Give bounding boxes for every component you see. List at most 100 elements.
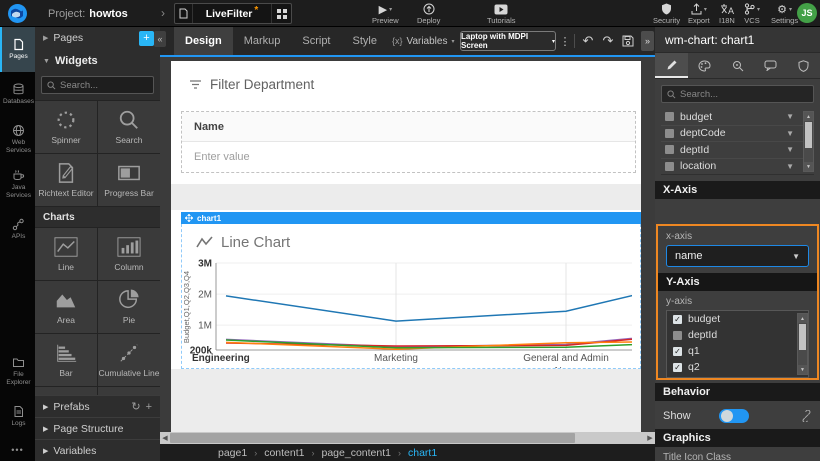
tutorials-button[interactable]: Tutorials — [487, 3, 515, 25]
filter-name-input[interactable] — [194, 151, 394, 163]
chevron-down-icon[interactable]: ▼ — [786, 162, 794, 171]
y-axis-section-header[interactable]: Y-Axis — [658, 273, 817, 291]
page-canvas[interactable]: Filter Department Name chart1 Line Chart — [171, 61, 641, 432]
export-button[interactable]: ▾ Export — [688, 3, 710, 25]
checkbox-icon[interactable]: ✓ — [673, 363, 682, 372]
widget-tile-bar[interactable]: Bar — [35, 334, 97, 386]
tab-style[interactable]: Style — [342, 27, 388, 55]
device-selector[interactable]: Laptop with MDPI Screen ▾ — [460, 31, 556, 51]
tab-markup[interactable]: Markup — [233, 27, 292, 55]
scroll-down-icon[interactable]: ▼ — [798, 365, 807, 374]
breadcrumb-page1[interactable]: page1 — [218, 447, 247, 459]
checkbox-icon[interactable]: ✓ — [673, 315, 682, 324]
sidebar-item-databases[interactable]: Databases — [0, 72, 35, 117]
sidebar-item-apis[interactable]: APIs — [0, 207, 35, 252]
widget-tile-column[interactable]: Column — [98, 228, 160, 280]
widgets-section-row[interactable]: ▼ Widgets — [35, 49, 160, 73]
refresh-icon[interactable]: ↻ — [131, 400, 140, 413]
scroll-down-icon[interactable]: ▼ — [804, 162, 813, 171]
widget-tile-area[interactable]: Area — [35, 281, 97, 333]
page-structure-section-row[interactable]: ▶ Page Structure — [35, 417, 160, 439]
wavemaker-logo-icon[interactable] — [8, 4, 27, 23]
widget-search-input[interactable] — [60, 80, 148, 91]
chart-widget-selected[interactable]: chart1 Line Chart 3M2M1M200kEngineeringM… — [181, 212, 641, 369]
sidebar-item-web-services[interactable]: Web Services — [0, 117, 35, 162]
save-icon[interactable] — [620, 27, 636, 55]
properties-search-box[interactable] — [661, 85, 814, 103]
chevron-down-icon[interactable]: ▼ — [786, 112, 794, 121]
chevron-down-icon[interactable]: ▼ — [786, 129, 794, 138]
widget-tile-progress-bar[interactable]: Progress Bar — [98, 154, 160, 206]
settings-button[interactable]: ⚙▾ Settings — [771, 3, 798, 25]
preview-button[interactable]: ▶▾ Preview — [372, 3, 399, 25]
horizontal-scrollbar[interactable]: ◀ ▶ — [160, 432, 655, 444]
widget-tile-richtext-editor[interactable]: Richtext Editor — [35, 154, 97, 206]
y-axis-list-scrollbar[interactable]: ▲ ▼ — [797, 313, 808, 375]
tab-events[interactable] — [754, 53, 787, 78]
collapse-right-panel-button[interactable]: » — [641, 31, 654, 51]
sidebar-item-pages[interactable]: Pages — [0, 27, 35, 72]
checkbox-icon[interactable] — [665, 129, 674, 138]
scroll-up-icon[interactable]: ▲ — [804, 112, 813, 121]
undo-icon[interactable]: ↶ — [580, 27, 596, 55]
variables-button[interactable]: {x} Variables ▾ — [392, 27, 454, 55]
collapse-left-panel-button[interactable]: « — [154, 31, 166, 47]
column-list-scrollbar[interactable]: ▲ ▼ — [803, 111, 814, 172]
scroll-right-icon[interactable]: ▶ — [645, 434, 655, 442]
variables-section-row[interactable]: ▶ Variables — [35, 439, 160, 461]
user-avatar[interactable]: JS — [797, 3, 817, 23]
properties-search-input[interactable] — [680, 89, 808, 100]
livefilter-widget[interactable]: Name — [181, 111, 636, 173]
checkbox-icon[interactable] — [665, 112, 674, 121]
rail-more-button[interactable]: ••• — [0, 439, 35, 461]
widget-tile-cumulative-line[interactable]: Cumulative Line — [98, 334, 160, 386]
tab-search-props[interactable] — [721, 53, 754, 78]
widget-tile-line[interactable]: Line — [35, 228, 97, 280]
y-option-q1[interactable]: ✓ q1 — [667, 343, 808, 359]
deploy-button[interactable]: Deploy — [417, 3, 440, 25]
security-button[interactable]: Security — [653, 3, 680, 25]
behavior-section-header[interactable]: Behavior — [655, 383, 820, 401]
show-toggle[interactable] — [719, 409, 749, 423]
scroll-left-icon[interactable]: ◀ — [160, 434, 170, 442]
y-option-q2[interactable]: ✓ q2 — [667, 359, 808, 375]
widget-search-box[interactable] — [41, 76, 154, 94]
breadcrumb-chart1[interactable]: chart1 — [408, 447, 437, 459]
add-page-button[interactable]: + — [139, 31, 154, 46]
sidebar-item-logs[interactable]: Logs — [0, 394, 35, 439]
sidebar-item-java-services[interactable]: Java Services — [0, 162, 35, 207]
page-tab-livefilter[interactable]: LiveFilter* — [174, 3, 292, 24]
tab-properties[interactable] — [655, 53, 688, 78]
tab-security[interactable] — [787, 53, 820, 78]
chevron-down-icon[interactable]: ▼ — [786, 145, 794, 154]
add-prefab-icon[interactable]: + — [146, 401, 152, 413]
breadcrumb-content1[interactable]: content1 — [264, 447, 304, 459]
checkbox-icon[interactable] — [673, 331, 682, 340]
breadcrumb-page-content1[interactable]: page_content1 — [322, 447, 391, 459]
pages-section-row[interactable]: ▶ Pages + — [35, 27, 160, 49]
tab-script[interactable]: Script — [291, 27, 341, 55]
tab-styles[interactable] — [688, 53, 721, 78]
checkbox-icon[interactable]: ✓ — [673, 347, 682, 356]
column-option-location[interactable]: location ▼ — [661, 159, 814, 176]
y-option-deptid[interactable]: deptId — [667, 327, 808, 343]
y-option-budget[interactable]: ✓ budget — [667, 311, 808, 327]
column-option-deptcode[interactable]: deptCode ▼ — [661, 126, 814, 143]
page-layout-grid-icon[interactable] — [271, 4, 291, 23]
y-option-q3[interactable]: ✓ q3 — [667, 375, 808, 378]
kebab-menu-icon[interactable]: ⋮ — [559, 27, 571, 55]
widget-tile-pie[interactable]: Pie — [98, 281, 160, 333]
column-option-budget[interactable]: budget ▼ — [661, 109, 814, 126]
checkbox-icon[interactable] — [665, 145, 674, 154]
scrollbar-thumb[interactable] — [805, 122, 812, 148]
scrollbar-thumb[interactable] — [799, 324, 806, 350]
tab-design[interactable]: Design — [174, 27, 233, 55]
prefabs-section-row[interactable]: ▶ Prefabs ↻ + — [35, 395, 160, 417]
x-axis-section-header[interactable]: X-Axis — [655, 181, 820, 199]
scroll-up-icon[interactable]: ▲ — [798, 314, 807, 323]
vcs-button[interactable]: ▾ VCS — [744, 3, 760, 25]
graphics-section-header[interactable]: Graphics — [655, 429, 820, 447]
widget-selection-header[interactable]: chart1 — [181, 212, 641, 224]
column-option-deptid[interactable]: deptId ▼ — [661, 142, 814, 159]
x-axis-select[interactable]: name ▼ — [666, 245, 809, 267]
